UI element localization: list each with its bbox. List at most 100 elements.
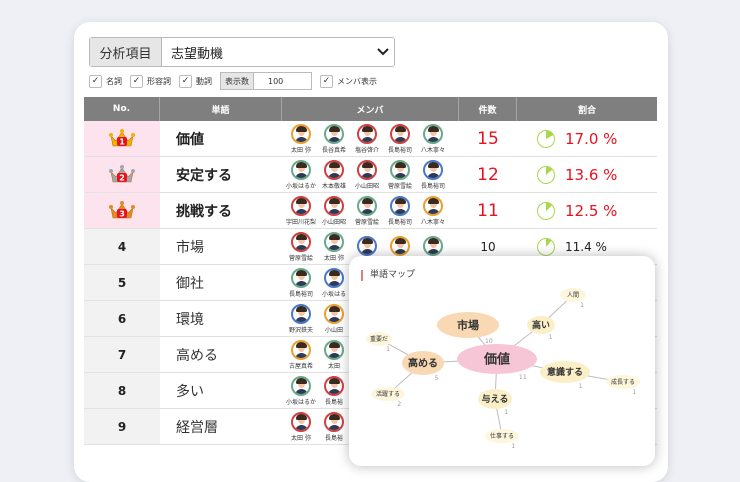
- avatar[interactable]: [423, 195, 443, 216]
- word-cell[interactable]: 市場: [160, 229, 282, 264]
- table-row[interactable]: 2 安定する 小坂はるか 木本敬雄 小山田昭 菅原雪絵 長島裕司 12 13.6 %: [84, 157, 657, 193]
- member-item[interactable]: 八木寧々: [420, 195, 446, 226]
- avatar[interactable]: [324, 195, 344, 216]
- member-item[interactable]: [387, 236, 413, 257]
- member-item[interactable]: 木本敬雄: [321, 159, 347, 190]
- avatar[interactable]: [291, 267, 311, 288]
- table-row[interactable]: 1 価値 太田 弥 長谷真希 塩谷啓介 長島裕司 八木寧々 15 17.0 %: [84, 121, 657, 157]
- member-item[interactable]: 菅原雪絵: [387, 159, 413, 190]
- word-map-node[interactable]: 活躍する 2: [371, 387, 405, 408]
- member-item[interactable]: 古屋真希: [288, 339, 314, 370]
- member-item[interactable]: 小山田昭: [321, 195, 347, 226]
- table-row[interactable]: 3 挑戦する 宇田川花梨 小山田昭 菅原雪絵 長島裕司 八木寧々 11 12.5 %: [84, 193, 657, 229]
- word-map-node[interactable]: 成長する 1: [606, 375, 640, 396]
- member-item[interactable]: 小山田: [321, 303, 347, 334]
- member-item[interactable]: 野沢鉄夫: [288, 303, 314, 334]
- member-item[interactable]: 太田: [321, 339, 347, 370]
- avatar[interactable]: [357, 195, 377, 216]
- avatar[interactable]: [390, 123, 410, 144]
- word-map-graph[interactable]: 価値11市場10 高い1人間1 高める5 重要だ1 活躍する2 意識する1 成長する1 与える…: [349, 256, 655, 466]
- word-map-node[interactable]: 重要だ 1: [366, 332, 392, 353]
- verb-checkbox[interactable]: ✓ 動詞: [179, 74, 212, 88]
- word-cell[interactable]: 挑戦する: [160, 193, 282, 228]
- member-item[interactable]: 太田 弥: [288, 411, 314, 442]
- check-icon[interactable]: ✓: [89, 74, 102, 88]
- member-item[interactable]: 長島裕司: [387, 123, 413, 154]
- check-icon[interactable]: ✓: [320, 74, 333, 88]
- chevron-down-icon[interactable]: [372, 38, 394, 66]
- show-members-checkbox[interactable]: ✓ メンバ表示: [320, 74, 377, 88]
- avatar[interactable]: [357, 123, 377, 144]
- avatar[interactable]: [324, 339, 344, 360]
- display-count-input[interactable]: 100: [254, 72, 312, 90]
- word-map-node[interactable]: 価値 11: [457, 344, 537, 381]
- member-item[interactable]: 長谷真希: [321, 123, 347, 154]
- member-item[interactable]: 太田 弥: [288, 123, 314, 154]
- word-map-node[interactable]: 意識する 1: [540, 361, 590, 390]
- member-item[interactable]: [420, 236, 446, 257]
- analysis-item-value[interactable]: 志望動機: [162, 38, 372, 66]
- member-item[interactable]: 小坂はるか: [286, 375, 316, 406]
- avatar[interactable]: [324, 159, 344, 180]
- header-word[interactable]: 単語: [160, 97, 282, 121]
- word-map-node[interactable]: 仕事する 1: [485, 429, 519, 450]
- check-icon[interactable]: ✓: [179, 74, 192, 88]
- avatar[interactable]: [390, 159, 410, 180]
- noun-checkbox[interactable]: ✓ 名詞: [89, 74, 122, 88]
- avatar[interactable]: [291, 123, 311, 144]
- word-cell[interactable]: 環境: [160, 301, 282, 336]
- avatar[interactable]: [423, 159, 443, 180]
- word-cell[interactable]: 経営層: [160, 409, 282, 444]
- member-item[interactable]: 小坂はるか: [286, 159, 316, 190]
- member-item[interactable]: 長島裕司: [288, 267, 314, 298]
- check-icon[interactable]: ✓: [130, 74, 143, 88]
- avatar[interactable]: [291, 159, 311, 180]
- word-map-node[interactable]: 人間1: [560, 288, 586, 309]
- avatar[interactable]: [291, 231, 311, 252]
- member-item[interactable]: 長島裕司: [420, 159, 446, 190]
- avatar[interactable]: [324, 267, 344, 288]
- member-item[interactable]: 長島裕: [321, 375, 347, 406]
- header-members[interactable]: メンバ: [282, 97, 459, 121]
- member-item[interactable]: 菅原雪絵: [288, 231, 314, 262]
- word-cell[interactable]: 御社: [160, 265, 282, 300]
- avatar[interactable]: [357, 159, 377, 180]
- member-item[interactable]: 菅原雪絵: [354, 195, 380, 226]
- avatar[interactable]: [357, 236, 377, 256]
- adjective-checkbox[interactable]: ✓ 形容詞: [130, 74, 171, 88]
- word-map-node[interactable]: 与える 1: [478, 389, 512, 416]
- member-item[interactable]: 太田 弥: [321, 231, 347, 262]
- word-cell[interactable]: 安定する: [160, 157, 282, 192]
- word-map-node[interactable]: 市場 10: [437, 312, 499, 345]
- header-count[interactable]: 件数: [459, 97, 517, 121]
- avatar[interactable]: [324, 123, 344, 144]
- analysis-item-select[interactable]: 分析項目 志望動機: [89, 37, 395, 67]
- header-no[interactable]: No.: [84, 97, 160, 121]
- member-item[interactable]: 八木寧々: [420, 123, 446, 154]
- avatar[interactable]: [423, 123, 443, 144]
- member-item[interactable]: 小坂はる: [321, 267, 347, 298]
- avatar[interactable]: [423, 236, 443, 256]
- avatar[interactable]: [291, 339, 311, 360]
- member-item[interactable]: 小山田昭: [354, 159, 380, 190]
- avatar[interactable]: [390, 236, 410, 256]
- member-item[interactable]: 宇田川花梨: [286, 195, 316, 226]
- avatar[interactable]: [291, 375, 311, 396]
- word-cell[interactable]: 多い: [160, 373, 282, 408]
- member-item[interactable]: [354, 236, 380, 257]
- avatar[interactable]: [324, 375, 344, 396]
- avatar[interactable]: [324, 411, 344, 432]
- avatar[interactable]: [324, 303, 344, 324]
- avatar[interactable]: [324, 231, 344, 252]
- member-item[interactable]: 塩谷啓介: [354, 123, 380, 154]
- word-map-node[interactable]: 高い 1: [527, 316, 555, 341]
- avatar[interactable]: [291, 303, 311, 324]
- header-ratio[interactable]: 割合: [517, 97, 657, 121]
- avatar[interactable]: [291, 411, 311, 432]
- avatar[interactable]: [390, 195, 410, 216]
- word-map-node[interactable]: 高める 5: [402, 351, 444, 382]
- member-item[interactable]: 長島裕司: [387, 195, 413, 226]
- word-cell[interactable]: 高める: [160, 337, 282, 372]
- member-item[interactable]: 長島裕: [321, 411, 347, 442]
- word-cell[interactable]: 価値: [160, 121, 282, 156]
